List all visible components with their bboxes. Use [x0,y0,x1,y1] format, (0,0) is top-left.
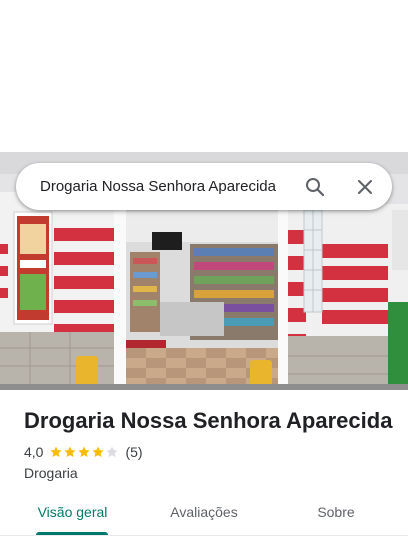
star-filled-icon [64,446,77,458]
star-filled-icon [50,446,63,458]
search-input[interactable]: Drogaria Nossa Senhora Aparecida [40,163,308,210]
blank-header-area [0,0,408,152]
reviews-count[interactable]: (5) [125,444,142,460]
search-icon[interactable] [303,175,327,199]
star-empty-icon [106,446,119,458]
tab-overview[interactable]: Visão geral [26,494,119,534]
place-tabs: Visão geral Avaliações Sobre [0,494,408,542]
place-category[interactable]: Drogaria [24,464,78,482]
search-bar[interactable]: Drogaria Nossa Senhora Aparecida [16,163,392,210]
rating-stars [49,445,119,459]
tab-about[interactable]: Sobre [300,494,372,534]
rating-value: 4,0 [24,444,44,460]
close-icon[interactable] [353,175,377,199]
tabs-divider [0,535,408,536]
rating-row[interactable]: 4,0 (5) [24,443,143,461]
place-title: Drogaria Nossa Senhora Aparecida [24,408,393,433]
star-filled-icon [92,446,105,458]
star-filled-icon [78,446,91,458]
tab-reviews[interactable]: Avaliações [158,494,250,534]
